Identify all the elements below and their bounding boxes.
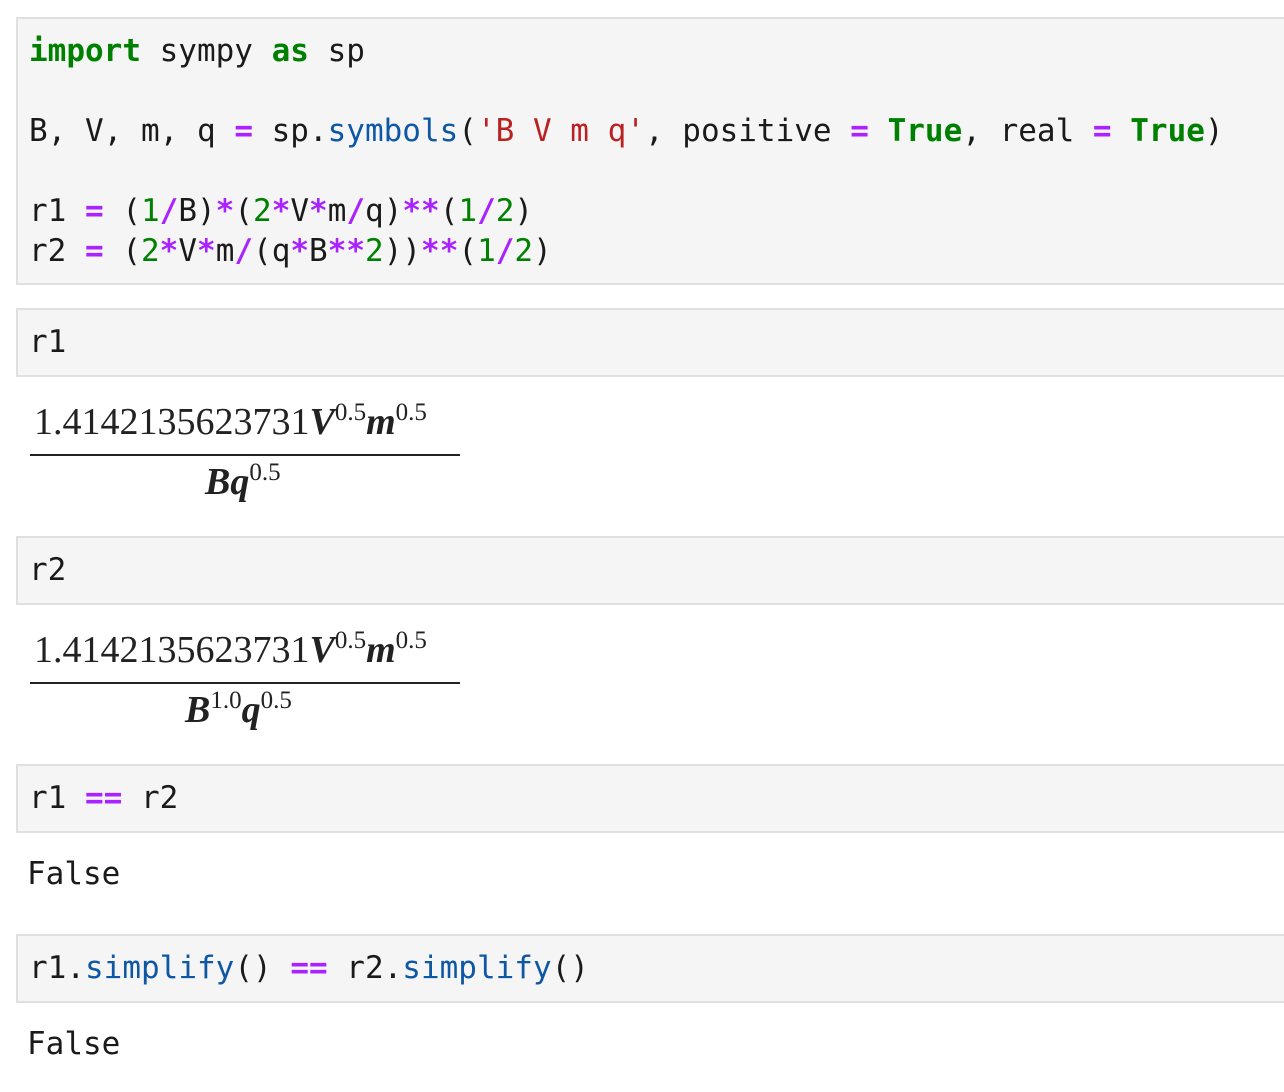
code-line-3: r1 = (1/B)*(2*V*m/q)**(1/2) <box>29 193 534 229</box>
code-line-1: import sympy as sp <box>29 33 365 69</box>
fraction-denominator: Bq0.5 <box>205 459 281 503</box>
code-line-4: r2 = (2*V*m/(q*B**2))**(1/2) <box>29 233 552 269</box>
output-r2-expression: 1.4142135623731V0.5m0.5 B1.0q0.5 <box>30 628 460 738</box>
fraction-bar <box>30 682 460 684</box>
fraction-denominator: B1.0q0.5 <box>185 687 292 731</box>
code-cell-3[interactable]: r2 <box>16 536 1284 605</box>
code-line: r1 == r2 <box>29 780 179 816</box>
output-r1-expression: 1.4142135623731V0.5m0.5 Bq0.5 <box>30 400 460 510</box>
output-false-1: False <box>27 856 121 892</box>
fraction-numerator: 1.4142135623731V0.5m0.5 <box>34 627 427 671</box>
fraction-numerator: 1.4142135623731V0.5m0.5 <box>34 399 427 443</box>
code-cell-5[interactable]: r1.simplify() == r2.simplify() <box>16 934 1284 1003</box>
code-cell-4[interactable]: r1 == r2 <box>16 764 1284 833</box>
code-line: r1.simplify() == r2.simplify() <box>29 950 589 986</box>
fraction-bar <box>30 454 460 456</box>
code-line-2: B, V, m, q = sp.symbols('B V m q', posit… <box>29 113 1224 149</box>
output-false-2: False <box>27 1026 121 1062</box>
code-line: r2 <box>29 552 67 588</box>
code-cell-1[interactable]: import sympy as sp B, V, m, q = sp.symbo… <box>16 17 1284 285</box>
code-cell-2[interactable]: r1 <box>16 308 1284 377</box>
code-line: r1 <box>29 324 67 360</box>
